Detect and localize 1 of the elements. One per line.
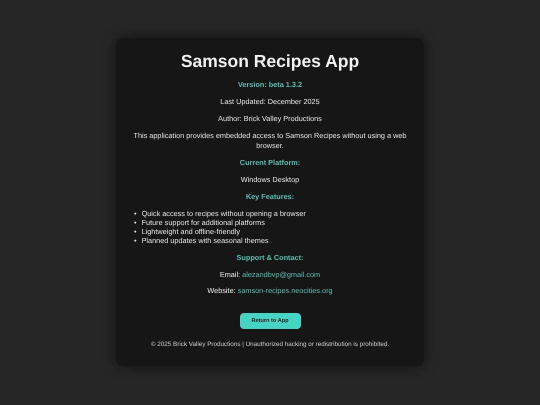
app-title: Samson Recipes App <box>180 50 360 72</box>
